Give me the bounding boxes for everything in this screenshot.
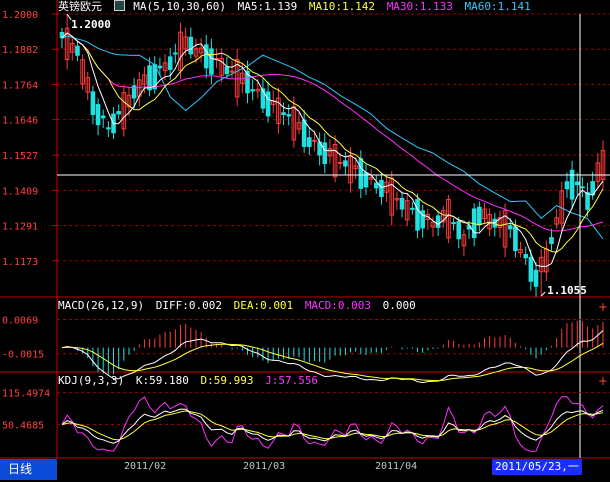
kdj-d-value: D:59.993 [200, 374, 254, 387]
candle-body [528, 256, 534, 282]
candle-body [90, 91, 96, 116]
candle-body [95, 104, 101, 126]
kdj-j-value: J:57.556 [265, 374, 319, 387]
candle-body [312, 139, 317, 142]
y-tick-label: 50.4685 [2, 420, 44, 431]
y-tick-label: 1.1291 [2, 222, 38, 233]
cursor-date-readout: 2011/05/23,一 [492, 459, 582, 475]
candle-body [523, 254, 529, 259]
ma5-value: MA5:1.139 [237, 0, 298, 13]
low-price-label: 1.1055 [547, 284, 587, 297]
candle-body [307, 137, 312, 147]
candle-body [513, 226, 518, 252]
ma5-line [61, 32, 604, 267]
y-tick-label: 115.4974 [2, 389, 50, 400]
y-tick-label: 1.1527 [2, 151, 38, 162]
candle-body [229, 70, 235, 73]
candle-body [477, 206, 482, 226]
macd-diff-value: DIFF:0.002 [155, 299, 222, 312]
symbol-name: 英镑欧元 [58, 0, 102, 13]
y-tick-label: 1.1882 [2, 45, 38, 56]
candle-body [343, 160, 348, 167]
macd-dea-value: DEA:0.001 [233, 299, 294, 312]
candle-body [574, 181, 580, 186]
candle-body [373, 182, 379, 189]
x-axis-label: 2011/04 [375, 461, 418, 472]
x-axis-label: 2011/03 [243, 461, 286, 472]
y-tick-label: 1.1173 [2, 257, 38, 268]
high-price-label: 1.2000 [71, 18, 111, 31]
candle-body [203, 44, 209, 69]
candle-body [358, 158, 364, 189]
macd-header: MACD(26,12,9) DIFF:0.002 DEA:0.001 MACD:… [58, 299, 421, 313]
candle-body [379, 179, 384, 197]
y-tick-label: 1.2000 [2, 10, 38, 21]
kdj-header: KDJ(9,3,3) K:59.180 D:59.993 J:57.556 [58, 374, 323, 388]
candle-body [435, 215, 441, 228]
kdj-k-value: K:59.180 [135, 374, 189, 387]
candle-body [322, 142, 328, 164]
period-tab-daily[interactable]: 日线 [0, 459, 57, 480]
ma10-line [61, 32, 604, 253]
kdj-indicator-title[interactable]: KDJ(9,3,3) [58, 374, 124, 387]
candle-body [224, 66, 230, 75]
candle-body [549, 237, 554, 244]
candle-body [410, 207, 415, 210]
ma10-value: MA10:1.142 [308, 0, 376, 13]
x-axis-label: 2011/02 [124, 461, 167, 472]
chart-canvas[interactable]: 1.2000 1.1882 1.1764 1.1646 1.1527 1.1409 1.12… [0, 0, 610, 482]
candle-body [265, 91, 271, 117]
candle-body [147, 65, 152, 91]
ma-settings-icon[interactable] [113, 0, 125, 11]
main-chart-header: 英镑欧元 MA(5,10,30,60) MA5:1.139 MA10:1.142… [58, 0, 536, 14]
y-tick-label: 0.0069 [2, 316, 38, 327]
y-tick-label: 1.1646 [2, 116, 38, 127]
candle-body [173, 52, 178, 55]
candle-body [209, 48, 214, 75]
low-marker [540, 291, 546, 297]
macd-macd-value: MACD:0.003 [304, 299, 372, 312]
ma60-value: MA60:1.141 [464, 0, 531, 13]
candle-body [301, 119, 307, 147]
candle-body [100, 115, 106, 119]
ma-indicator-title[interactable]: MA(5,10,30,60) [133, 0, 226, 13]
candle-body [250, 89, 255, 92]
y-tick-label: -0.0015 [2, 350, 44, 361]
candle-body [157, 65, 163, 69]
candle-body [286, 114, 292, 117]
candle-body [281, 112, 286, 116]
macd-indicator-title[interactable]: MACD(26,12,9) [58, 299, 144, 312]
candle-body [585, 192, 590, 210]
y-tick-label: 1.1764 [2, 80, 38, 91]
candle-body [507, 225, 513, 230]
candle-body [456, 221, 462, 240]
candle-body [337, 161, 343, 164]
candle-body [451, 222, 456, 225]
candle-body [116, 111, 121, 115]
macd-extra-value: 0.000 [382, 299, 416, 312]
candle-body [399, 197, 405, 210]
macd-expand-icon[interactable]: + [598, 300, 608, 314]
candle-body [106, 127, 111, 130]
candle-body [580, 186, 585, 189]
candle-body [415, 199, 420, 231]
candle-body [533, 269, 539, 287]
candle-body [564, 181, 570, 190]
candle-body [167, 56, 173, 70]
kdj-expand-icon[interactable]: + [598, 374, 608, 388]
y-tick-label: 1.1409 [2, 186, 38, 197]
ma30-value: MA30:1.133 [386, 0, 453, 13]
candle-body [188, 36, 194, 55]
candle-body [75, 45, 80, 56]
